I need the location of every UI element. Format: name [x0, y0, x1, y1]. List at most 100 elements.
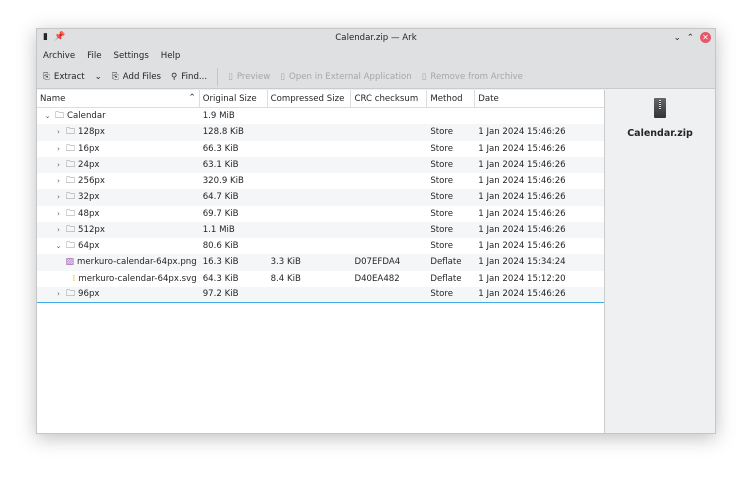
close-button[interactable]: ✕ — [700, 32, 711, 43]
extract-button[interactable]: ⎘ Extract — [43, 72, 85, 82]
folder-icon: 🗀 — [66, 192, 76, 203]
table-row[interactable]: › 🗀 128px 128.8 KiB Store 1 Jan 2024 15:46… — [37, 124, 604, 141]
chevron-down-icon[interactable]: ⌄ — [54, 242, 63, 250]
chevron-right-icon[interactable]: › — [54, 128, 63, 136]
open-icon: ▯ — [280, 71, 286, 82]
folder-icon: 🗀 — [66, 176, 76, 187]
row-name: 128px — [78, 127, 105, 138]
preview-button[interactable]: ▯ Preview — [228, 72, 270, 82]
folder-icon: 🗀 — [55, 111, 65, 122]
row-method: Deflate — [430, 257, 462, 268]
title-bar: ▮ 📌 Calendar.zip — Ark ⌄ ⌃ ✕ — [37, 29, 715, 47]
row-original-size: 320.9 KiB — [202, 176, 244, 187]
row-method: Store — [430, 192, 454, 203]
image-file-icon: ▨ — [65, 257, 74, 268]
maximize-button[interactable]: ⌃ — [687, 33, 694, 43]
row-original-size: 64.3 KiB — [202, 273, 239, 284]
menu-help[interactable]: Help — [161, 51, 181, 61]
chevron-down-icon[interactable]: ⌄ — [43, 112, 52, 120]
chevron-right-icon[interactable]: › — [54, 145, 63, 153]
row-date: 1 Jan 2024 15:46:26 — [478, 127, 566, 138]
chevron-right-icon[interactable]: › — [54, 161, 63, 169]
table-row[interactable]: › 🗀 32px 64.7 KiB Store 1 Jan 2024 15:46:2… — [37, 189, 604, 206]
col-crc[interactable]: CRC checksum — [351, 90, 428, 107]
row-date: 1 Jan 2024 15:34:24 — [478, 257, 566, 268]
row-name: 16px — [78, 143, 100, 154]
row-method: Store — [430, 289, 454, 300]
archive-table: Name ⌃ Original Size Compressed Size CRC … — [37, 90, 605, 433]
row-method: Store — [430, 241, 454, 252]
row-original-size: 16.3 KiB — [202, 257, 239, 268]
col-method[interactable]: Method — [427, 90, 476, 107]
row-compressed-size: 8.4 KiB — [270, 273, 301, 284]
sort-up-icon: ⌃ — [188, 93, 196, 103]
open-external-button[interactable]: ▯ Open in External Application — [280, 72, 411, 82]
menu-settings[interactable]: Settings — [114, 51, 149, 61]
minimize-button[interactable]: ⌄ — [674, 33, 681, 43]
table-row[interactable]: ⌄ 🗀 Calendar 1.9 MiB — [37, 108, 604, 124]
info-panel: Calendar.zip — [605, 90, 715, 433]
row-original-size: 128.8 KiB — [202, 127, 244, 138]
table-row[interactable]: ▨ merkuro-calendar-64px.png 16.3 KiB 3.3 … — [37, 254, 604, 271]
row-date: 1 Jan 2024 15:46:26 — [478, 241, 566, 252]
window-title: Calendar.zip — Ark — [335, 33, 417, 43]
table-row[interactable]: ⁞ merkuro-calendar-64px.svg 64.3 KiB 8.4 … — [37, 271, 604, 287]
menu-archive[interactable]: Archive — [43, 51, 75, 61]
svg-file-icon: ⁞ — [72, 273, 76, 284]
row-date: 1 Jan 2024 15:46:26 — [478, 159, 566, 170]
row-original-size: 66.3 KiB — [202, 143, 239, 154]
row-original-size: 1.1 MiB — [202, 224, 235, 235]
extract-dropdown-chevron-icon[interactable]: ⌄ — [95, 72, 102, 82]
row-date: 1 Jan 2024 15:12:20 — [478, 273, 566, 284]
find-button[interactable]: ⚲ Find... — [171, 72, 207, 82]
chevron-right-icon[interactable]: › — [54, 210, 63, 218]
chevron-right-icon[interactable]: › — [54, 290, 63, 298]
table-row[interactable]: › 🗀 96px 97.2 KiB Store 1 Jan 2024 15:46:2… — [37, 286, 604, 303]
row-name: 24px — [78, 159, 100, 170]
row-original-size: 1.9 MiB — [202, 111, 235, 122]
row-date: 1 Jan 2024 15:46:26 — [478, 143, 566, 154]
col-compressed-size[interactable]: Compressed Size — [268, 90, 352, 107]
add-files-button[interactable]: ⎘ Add Files — [112, 72, 161, 82]
folder-icon: 🗀 — [66, 127, 76, 138]
search-icon: ⚲ — [171, 71, 178, 82]
row-date: 1 Jan 2024 15:46:26 — [478, 192, 566, 203]
table-row[interactable]: › 🗀 16px 66.3 KiB Store 1 Jan 2024 15:46:2… — [37, 141, 604, 157]
row-name: 512px — [78, 224, 105, 235]
row-method: Store — [430, 143, 454, 154]
row-name: 64px — [78, 241, 100, 252]
preview-icon: ▯ — [228, 71, 233, 82]
col-name[interactable]: Name ⌃ — [37, 90, 200, 107]
row-method: Store — [430, 127, 454, 138]
folder-icon: 🗀 — [66, 208, 76, 219]
table-row[interactable]: › 🗀 512px 1.1 MiB Store 1 Jan 2024 15:46:2… — [37, 221, 604, 238]
table-row[interactable]: › 🗀 24px 63.1 KiB Store 1 Jan 2024 15:46:2… — [37, 156, 604, 173]
toolbar-separator — [217, 67, 219, 86]
row-name: Calendar — [67, 111, 106, 122]
folder-icon: 🗀 — [66, 241, 76, 252]
menu-file[interactable]: File — [87, 51, 101, 61]
table-row[interactable]: › 🗀 48px 69.7 KiB Store 1 Jan 2024 15:46:2… — [37, 206, 604, 222]
row-original-size: 80.6 KiB — [202, 241, 239, 252]
remove-button[interactable]: ▯ Remove from Archive — [422, 72, 523, 82]
col-original-size[interactable]: Original Size — [200, 90, 268, 107]
row-method: Deflate — [430, 273, 462, 284]
chevron-right-icon[interactable]: › — [54, 193, 63, 201]
row-method: Store — [430, 208, 454, 219]
remove-icon: ▯ — [421, 71, 427, 82]
row-method: Store — [430, 224, 454, 235]
row-original-size: 64.7 KiB — [202, 192, 239, 203]
chevron-right-icon[interactable]: › — [54, 177, 63, 185]
folder-icon: 🗀 — [66, 289, 76, 300]
table-row[interactable]: › 🗀 256px 320.9 KiB Store 1 Jan 2024 15:46… — [37, 173, 604, 189]
menu-bar: Archive File Settings Help — [37, 47, 715, 65]
table-row[interactable]: ⌄ 🗀 64px 80.6 KiB Store 1 Jan 2024 15:46:2… — [37, 238, 604, 254]
row-date: 1 Jan 2024 15:46:26 — [478, 224, 566, 235]
folder-icon: 🗀 — [66, 143, 76, 154]
chevron-right-icon[interactable]: › — [54, 226, 63, 234]
zip-file-icon — [654, 98, 666, 118]
folder-icon: 🗀 — [66, 224, 76, 235]
add-icon: ⎘ — [111, 71, 119, 82]
col-date[interactable]: Date — [475, 90, 604, 107]
extract-icon: ⎘ — [43, 71, 50, 82]
